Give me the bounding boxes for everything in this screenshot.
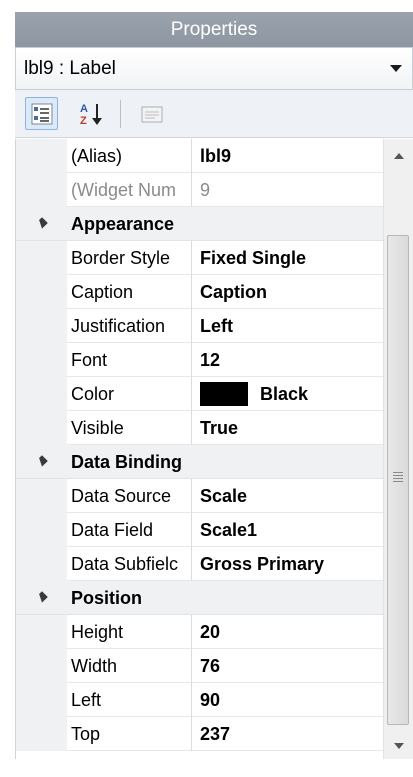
property-grid: (Alias) lbl9 (Widget Num 9 Appearance Bo… (15, 139, 384, 759)
color-swatch (200, 381, 248, 406)
property-row-top[interactable]: Top 237 (16, 717, 384, 751)
svg-text:A: A (80, 103, 88, 115)
property-pages-icon (141, 106, 162, 122)
property-value[interactable]: 237 (192, 717, 384, 751)
sort-az-icon: A Z (80, 103, 102, 127)
property-value[interactable]: Left (192, 309, 384, 343)
row-gutter (16, 139, 67, 173)
collapse-triangle-icon[interactable] (36, 591, 48, 603)
property-name: Left (67, 683, 192, 717)
collapse-triangle-icon[interactable] (36, 217, 48, 229)
color-value-text: Black (260, 384, 309, 404)
panel-bottom (15, 759, 413, 777)
property-name: Border Style (67, 241, 192, 275)
property-value[interactable]: Caption (192, 275, 384, 309)
row-gutter (16, 241, 67, 275)
property-row-border-style[interactable]: Border Style Fixed Single (16, 241, 384, 275)
row-gutter (16, 649, 67, 683)
property-row-data-subfield[interactable]: Data Subfielc Gross Primary (16, 547, 384, 581)
property-value: 9 (192, 173, 384, 207)
category-data-binding[interactable]: Data Binding (16, 445, 384, 479)
category-label: Position (71, 588, 142, 608)
row-gutter (16, 615, 67, 649)
property-value[interactable]: Gross Primary (192, 547, 384, 581)
property-row-justification[interactable]: Justification Left (16, 309, 384, 343)
scrollbar-thumb[interactable] (387, 235, 409, 725)
property-name: Color (67, 377, 192, 411)
property-name: (Widget Num (67, 173, 192, 207)
property-row-widget-num[interactable]: (Widget Num 9 (16, 173, 384, 207)
property-name: Justification (67, 309, 192, 343)
property-row-data-source[interactable]: Data Source Scale (16, 479, 384, 513)
row-gutter (16, 309, 67, 343)
row-gutter (16, 343, 67, 377)
category-label: Appearance (71, 214, 175, 234)
row-gutter (16, 513, 67, 547)
property-name: Height (67, 615, 192, 649)
window-edge (0, 0, 15, 777)
property-value[interactable]: 20 (192, 615, 384, 649)
chevron-down-icon[interactable] (390, 65, 402, 72)
property-value[interactable]: Fixed Single (192, 241, 384, 275)
vertical-scrollbar[interactable] (383, 139, 413, 759)
property-value[interactable]: Scale1 (192, 513, 384, 547)
row-gutter (16, 717, 67, 751)
property-name: (Alias) (67, 139, 192, 173)
property-name: Data Field (67, 513, 192, 547)
property-name: Caption (67, 275, 192, 309)
toolbar-separator (120, 100, 121, 128)
property-row-height[interactable]: Height 20 (16, 615, 384, 649)
property-row-color[interactable]: Color Black (16, 377, 384, 411)
property-value[interactable]: True (192, 411, 384, 445)
property-row-visible[interactable]: Visible True (16, 411, 384, 445)
svg-text:Z: Z (80, 115, 87, 127)
property-name: Width (67, 649, 192, 683)
property-value-color[interactable]: Black (192, 377, 384, 411)
row-gutter (16, 683, 67, 717)
property-value[interactable]: 76 (192, 649, 384, 683)
row-gutter (16, 173, 67, 207)
panel-title: Properties (15, 12, 413, 47)
property-name: Top (67, 717, 192, 751)
object-selector-dropdown[interactable]: lbl9 : Label (15, 47, 413, 90)
property-pages-button[interactable] (135, 97, 168, 130)
property-value[interactable]: 90 (192, 683, 384, 717)
property-name: Data Subfielc (67, 547, 192, 581)
row-gutter (16, 547, 67, 581)
object-selector-value: lbl9 : Label (24, 57, 116, 79)
property-row-caption[interactable]: Caption Caption (16, 275, 384, 309)
row-gutter (16, 479, 67, 513)
property-row-font[interactable]: Font 12 (16, 343, 384, 377)
property-name: Data Source (67, 479, 192, 513)
collapse-triangle-icon[interactable] (36, 455, 48, 467)
grip-icon (393, 472, 403, 482)
categorized-list-icon (31, 103, 52, 124)
alphabetical-button[interactable]: A Z (75, 97, 108, 130)
property-row-data-field[interactable]: Data Field Scale1 (16, 513, 384, 547)
property-toolbar: A Z (15, 90, 413, 138)
scroll-down-arrow-icon[interactable] (394, 743, 404, 749)
property-row-left[interactable]: Left 90 (16, 683, 384, 717)
row-gutter (16, 411, 67, 445)
property-name: Visible (67, 411, 192, 445)
category-label: Data Binding (71, 452, 182, 472)
category-appearance[interactable]: Appearance (16, 207, 384, 241)
property-value[interactable]: lbl9 (192, 139, 384, 173)
property-value[interactable]: Scale (192, 479, 384, 513)
panel-title-text: Properties (170, 18, 258, 40)
property-name: Font (67, 343, 192, 377)
row-gutter (16, 275, 67, 309)
row-gutter (16, 377, 67, 411)
scroll-up-arrow-icon[interactable] (394, 153, 404, 159)
property-row-width[interactable]: Width 76 (16, 649, 384, 683)
property-row-alias[interactable]: (Alias) lbl9 (16, 139, 384, 173)
categorized-button[interactable] (25, 97, 58, 130)
property-value[interactable]: 12 (192, 343, 384, 377)
category-position[interactable]: Position (16, 581, 384, 615)
